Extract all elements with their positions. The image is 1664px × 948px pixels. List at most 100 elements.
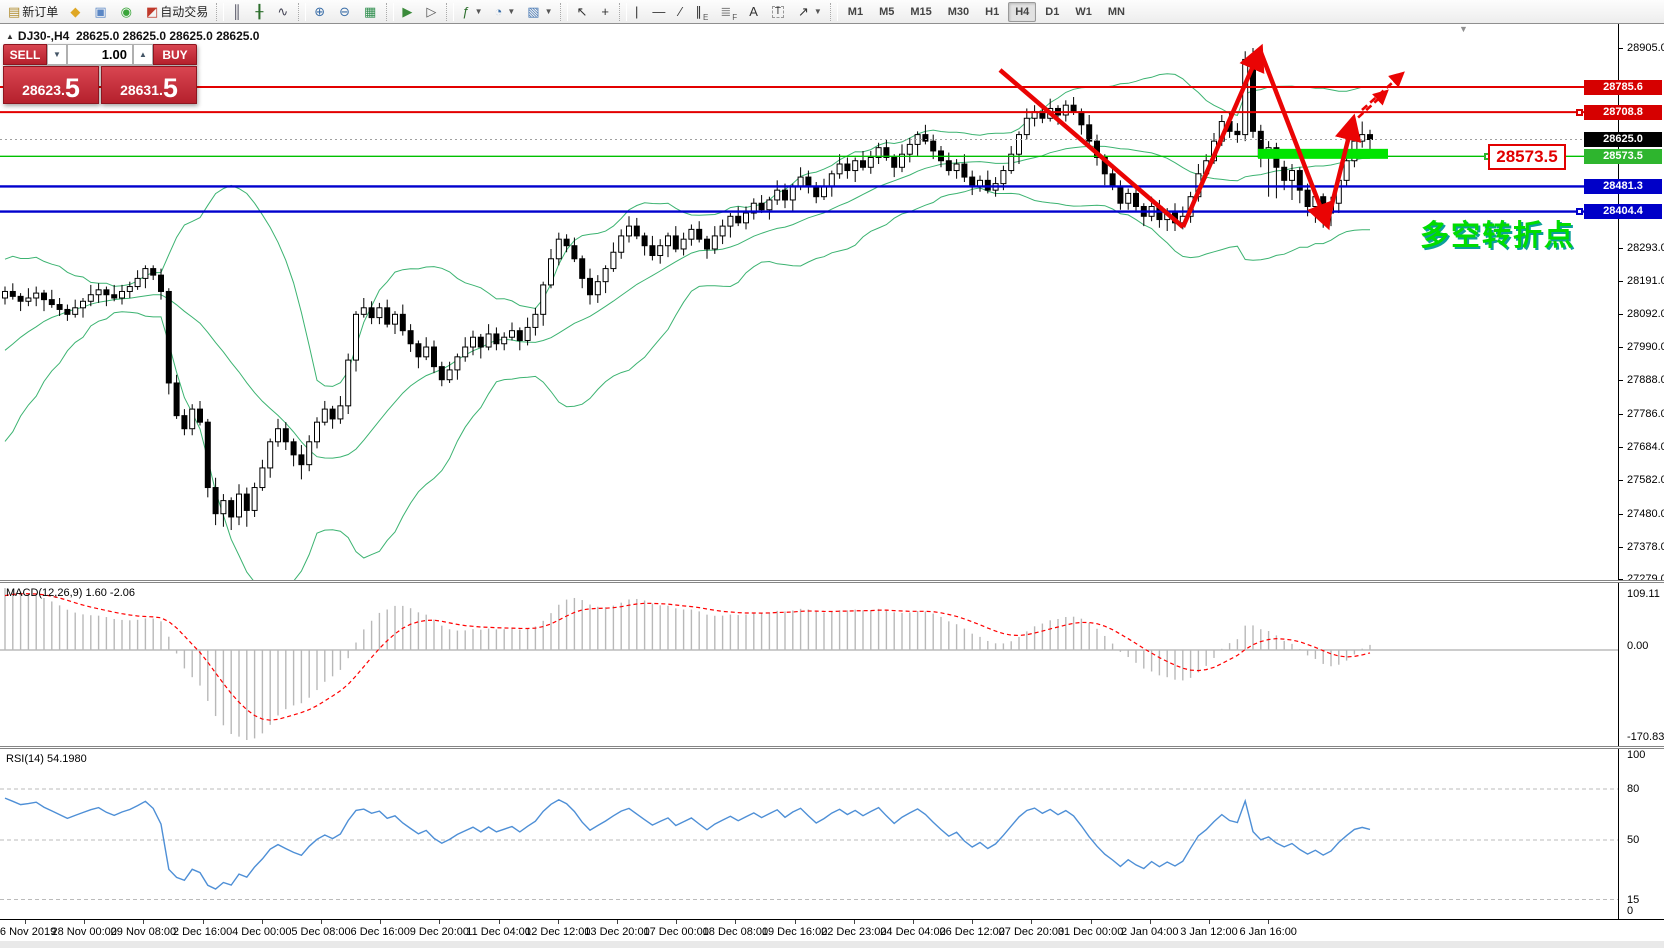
clock-icon: ◔ <box>494 5 502 18</box>
splitter-handle[interactable]: ▼ <box>1459 24 1468 34</box>
price-tick-label: 28293.0 <box>1627 242 1664 254</box>
template-icon: ▧ <box>527 5 539 18</box>
new-order-button[interactable]: ▤新订单 <box>3 1 63 23</box>
price-tick-label: 27684.0 <box>1627 441 1664 453</box>
volume-increase-button[interactable]: ▲ <box>133 44 153 65</box>
sell-price-button[interactable]: 28623. 5 <box>3 66 99 104</box>
axis-tick <box>1618 347 1623 348</box>
time-tick <box>735 920 736 924</box>
time-tick <box>1091 920 1092 924</box>
zoom-in-button[interactable]: ⊕ <box>309 1 332 23</box>
auto-trading-icon: ◩ <box>146 5 158 18</box>
rsi-panel[interactable] <box>0 749 1618 919</box>
turning-point-annotation: 多空转折点 <box>1420 212 1575 254</box>
tile-windows-button[interactable]: ▦ <box>359 1 383 23</box>
axis-tick <box>1618 480 1623 481</box>
equidistant-channel-icon-sub: E <box>703 13 708 22</box>
volume-decrease-button[interactable]: ▼ <box>47 44 67 65</box>
auto-scroll-button[interactable]: ▶ <box>397 1 419 23</box>
arrows-icon: ↗ <box>798 5 809 18</box>
indicators-button[interactable]: ƒ▼ <box>457 1 487 23</box>
chevron-down-icon[interactable]: ▼ <box>507 7 515 16</box>
time-tick <box>795 920 796 924</box>
volume-input[interactable]: 1.00 <box>67 44 133 65</box>
rsi-level-label: 80 <box>1627 783 1639 795</box>
label-button[interactable]: T <box>767 1 791 23</box>
toolbar-separator <box>619 3 627 21</box>
price-tick-label: 27378.0 <box>1627 541 1664 553</box>
time-tick-label: 24 Dec 04:00 <box>880 926 945 938</box>
price-line-label[interactable]: 28404.4 <box>1584 204 1662 219</box>
one-click-trade-panel: SELL ▼ 1.00 ▲ BUY 28623. 5 28631. 5 <box>3 44 197 104</box>
panel-separator[interactable] <box>0 580 1664 583</box>
chevron-down-icon[interactable]: ▼ <box>545 7 553 16</box>
buy-button[interactable]: BUY <box>153 44 197 65</box>
auto-trading-button[interactable]: ◩自动交易 <box>141 1 213 23</box>
gold-button[interactable]: ◆ <box>65 1 87 23</box>
main-chart-canvas <box>0 25 1618 580</box>
horizontal-line-button[interactable]: — <box>647 1 672 23</box>
timeframe-button-w1[interactable]: W1 <box>1068 2 1099 22</box>
price-level-callout[interactable]: 28573.5 <box>1488 144 1566 170</box>
signal-button[interactable]: ◉ <box>116 1 139 23</box>
trendline-button[interactable]: ∕ <box>674 1 688 23</box>
timeframe-button-d1[interactable]: D1 <box>1038 2 1066 22</box>
timeframe-button-h4[interactable]: H4 <box>1008 2 1036 22</box>
line-handle[interactable] <box>1576 208 1583 215</box>
collapse-icon[interactable]: ▲ <box>6 32 14 41</box>
chevron-down-icon[interactable]: ▼ <box>475 7 483 16</box>
chart-shift-button[interactable]: ▷ <box>421 1 443 23</box>
price-tick-label: 28092.0 <box>1627 308 1664 320</box>
arrows-button[interactable]: ↗▼ <box>793 1 827 23</box>
publish-button[interactable]: ▣ <box>89 1 113 23</box>
time-tick-label: 17 Dec 00:00 <box>643 926 708 938</box>
axis-tick <box>1618 514 1623 515</box>
chevron-down-icon[interactable]: ▼ <box>814 7 822 16</box>
candlestick-button[interactable]: ╂ <box>250 1 270 23</box>
line-handle[interactable] <box>1576 109 1583 116</box>
periods-button[interactable]: ◔▼ <box>489 1 520 23</box>
vertical-line-button[interactable]: | <box>630 1 645 23</box>
vertical-line-icon: | <box>635 5 638 18</box>
timeframe-button-m15[interactable]: M15 <box>903 2 938 22</box>
fibonacci-icon: ≣ <box>720 5 731 18</box>
time-tick-label: 11 Dec 04:00 <box>466 926 531 938</box>
cursor-button[interactable]: ↖ <box>571 1 594 23</box>
axis-tick <box>1618 248 1623 249</box>
timeframe-button-m5[interactable]: M5 <box>872 2 901 22</box>
auto-trading-button-label: 自动交易 <box>160 3 208 20</box>
buy-price-button[interactable]: 28631. 5 <box>101 66 197 104</box>
trendline-icon: ∕ <box>679 5 681 18</box>
price-line-label[interactable]: 28708.8 <box>1584 105 1662 120</box>
channel-button[interactable]: ∥E <box>691 1 714 23</box>
zoom-out-button[interactable]: ⊖ <box>334 1 357 23</box>
macd-panel[interactable] <box>0 583 1618 746</box>
macd-scale-max: 109.11 <box>1627 588 1660 600</box>
line-chart-button[interactable]: ∿ <box>272 1 295 23</box>
templates-button[interactable]: ▧▼ <box>522 1 557 23</box>
sell-button[interactable]: SELL <box>3 44 47 65</box>
timeframe-button-mn[interactable]: MN <box>1101 2 1132 22</box>
bar-chart-button[interactable]: ║ <box>227 1 248 23</box>
price-line-label[interactable]: 28573.5 <box>1584 149 1662 164</box>
timeframe-button-m30[interactable]: M30 <box>941 2 976 22</box>
axis-tick <box>1618 314 1623 315</box>
timeframe-button-h1[interactable]: H1 <box>978 2 1006 22</box>
panel-separator[interactable] <box>0 746 1664 749</box>
main-chart-panel[interactable] <box>0 25 1618 580</box>
time-tick <box>676 920 677 924</box>
fibonacci-button[interactable]: ≣F <box>715 1 742 23</box>
price-line-label[interactable]: 28481.3 <box>1584 179 1662 194</box>
text-button[interactable]: A <box>744 1 765 23</box>
sell-price-pip: 5 <box>65 77 80 100</box>
timeframe-button-m1[interactable]: M1 <box>841 2 870 22</box>
price-line-label[interactable]: 28625.0 <box>1584 132 1662 147</box>
rsi-label: RSI(14) 54.1980 <box>6 753 87 765</box>
time-tick <box>1150 920 1151 924</box>
symbol-ohlc-text: DJ30-,H4 28625.0 28625.0 28625.0 28625.0 <box>18 29 260 43</box>
crosshair-button[interactable]: + <box>596 1 616 23</box>
price-line-label[interactable]: 28785.6 <box>1584 80 1662 95</box>
time-tick <box>558 920 559 924</box>
line-chart-icon: ∿ <box>277 5 288 18</box>
time-tick-label: 28 Nov 00:00 <box>51 926 116 938</box>
